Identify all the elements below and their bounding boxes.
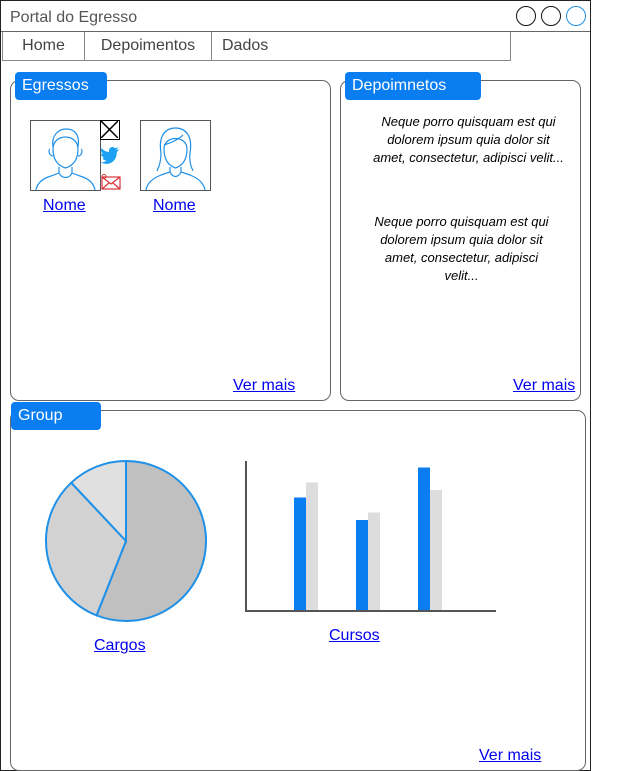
egressos-panel: Egressos Nome Nome Ver mais	[10, 72, 331, 401]
nav-bar: Home Depoimentos Dados	[2, 32, 511, 61]
avatar-female[interactable]	[140, 120, 211, 191]
bar-1-series-1	[294, 497, 306, 610]
window-title: Portal do Egresso	[10, 9, 138, 26]
bar-chart	[245, 461, 496, 612]
group-ver-mais-link[interactable]: Ver mais	[479, 747, 541, 765]
cargos-link[interactable]: Cargos	[94, 637, 146, 655]
tab-home[interactable]: Home	[3, 32, 85, 60]
bar-3-series-1	[418, 467, 430, 610]
window-button-2[interactable]	[541, 6, 561, 26]
cursos-link[interactable]: Cursos	[329, 627, 380, 645]
email-icon[interactable]	[101, 174, 121, 195]
bar-3-series-2	[430, 490, 442, 610]
pie-chart	[45, 459, 207, 622]
linkedin-icon[interactable]	[100, 120, 120, 140]
bar-2-series-1	[356, 520, 368, 610]
user-male-icon	[35, 128, 96, 191]
bar-2-series-2	[368, 512, 380, 610]
egresso-name-link-1[interactable]: Nome	[43, 197, 86, 215]
window-button-3[interactable]	[566, 6, 586, 26]
depoimentos-panel: Depoimnetos Neque porro quisquam est qui…	[340, 72, 581, 401]
avatar-male[interactable]	[30, 120, 101, 191]
egressos-title: Egressos	[15, 72, 107, 100]
tab-depoimentos[interactable]: Depoimentos	[85, 32, 212, 60]
bar-1-series-2	[306, 482, 318, 610]
testimonial-quote-1: Neque porro quisquam est qui dolorem ips…	[373, 114, 564, 165]
twitter-icon[interactable]	[100, 146, 120, 169]
title-bar: Portal do Egresso	[1, 1, 590, 32]
group-title: Group	[11, 402, 101, 430]
window-button-1[interactable]	[516, 6, 536, 26]
depoimentos-title: Depoimnetos	[345, 72, 481, 100]
user-female-icon	[145, 127, 206, 191]
tab-dados[interactable]: Dados	[212, 32, 282, 60]
egressos-ver-mais-link[interactable]: Ver mais	[233, 377, 295, 395]
egresso-name-link-2[interactable]: Nome	[153, 197, 196, 215]
group-panel: Group Cargos Cursos Ver mais	[10, 402, 586, 771]
testimonial-quote-2: Neque porro quisquam est qui dolorem ips…	[374, 214, 549, 283]
depoimentos-ver-mais-link[interactable]: Ver mais	[513, 377, 575, 395]
